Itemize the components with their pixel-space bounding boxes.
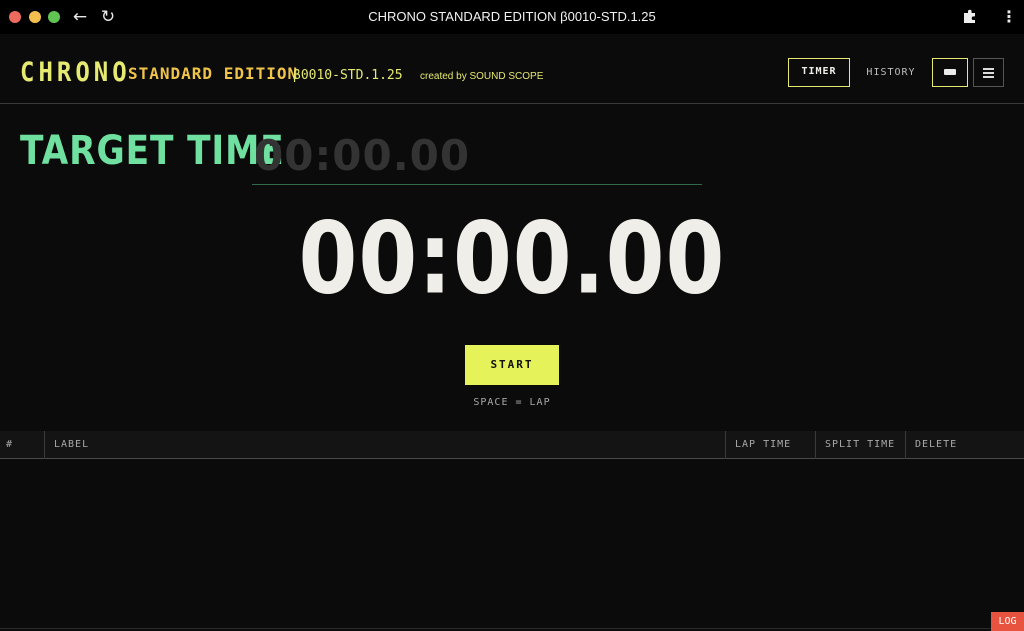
column-header-lap-time: LAP TIME bbox=[726, 431, 816, 459]
column-header-delete: DELETE bbox=[915, 439, 958, 450]
window-title: CHRONO STANDARD EDITION β0010-STD.1.25 bbox=[368, 9, 656, 24]
puzzle-icon[interactable] bbox=[961, 8, 979, 26]
log-button[interactable]: LOG bbox=[991, 612, 1024, 631]
menu-button[interactable] bbox=[973, 58, 1004, 87]
stopwatch-time: 00:00.00 bbox=[298, 200, 726, 317]
credit-label: created by SOUND SCOPE bbox=[420, 71, 544, 82]
target-time-input[interactable] bbox=[252, 127, 702, 185]
laps-table-header: # LABEL LAP TIME SPLIT TIME DELETE bbox=[0, 431, 1024, 459]
column-header-split-time: SPLIT TIME bbox=[816, 431, 906, 459]
target-time-label: TARGET TIME bbox=[20, 128, 285, 174]
version-label: β0010-STD.1.25 bbox=[293, 68, 403, 83]
timer-tab-button[interactable]: TIMER bbox=[788, 58, 850, 87]
history-tab-button[interactable]: HISTORY bbox=[862, 58, 920, 87]
stopwatch-display: 00:00.00 bbox=[0, 201, 1024, 317]
keyboard-icon bbox=[944, 69, 956, 75]
brand-logo: CHRONO bbox=[20, 56, 131, 88]
lap-shortcut-hint: SPACE = LAP bbox=[473, 397, 551, 408]
keyboard-button[interactable] bbox=[932, 58, 968, 87]
column-header-number: # bbox=[0, 431, 45, 459]
app-header: CHRONO STANDARD EDITION β0010-STD.1.25 c… bbox=[0, 34, 1024, 104]
start-button[interactable]: START bbox=[465, 345, 559, 385]
browser-menu-icon[interactable]: ⋮ bbox=[1001, 6, 1017, 28]
column-header-label: LABEL bbox=[45, 431, 726, 459]
browser-toolbar: ← ↻ CHRONO STANDARD EDITION β0010-STD.1.… bbox=[0, 0, 1024, 34]
divider bbox=[0, 628, 991, 629]
edition-label: STANDARD EDITION bbox=[128, 64, 299, 83]
